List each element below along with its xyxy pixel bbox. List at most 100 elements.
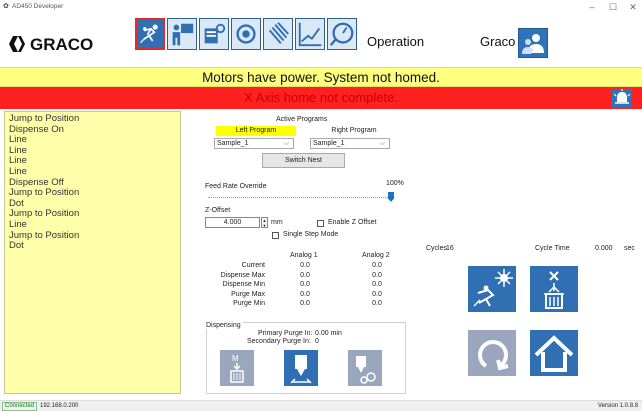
secondary-purge-value: 0 (315, 338, 319, 345)
secondary-purge-label: Secondary Purge In: (247, 338, 311, 345)
left-program-select[interactable]: Sample_1 ⌵ (214, 138, 294, 149)
connection-status-badge: Connected (2, 402, 38, 411)
analog-value: 0.0 (300, 300, 310, 307)
program-step-item[interactable]: Line (9, 156, 180, 167)
maximize-button[interactable]: ☐ (603, 1, 623, 13)
cycle-time-label: Cycle Time (535, 245, 570, 252)
alarm-bell-icon (613, 89, 631, 104)
program-step-item[interactable]: Jump to Position (9, 209, 180, 220)
single-step-checkbox[interactable] (272, 232, 279, 239)
minimize-button[interactable]: – (582, 1, 602, 13)
window-title: AD450 Developer (12, 3, 64, 10)
purge-bin-icon (544, 271, 564, 309)
program-step-item[interactable]: Line (9, 135, 180, 146)
program-step-list[interactable]: Jump to Position Dispense On Line Line Line L… (4, 111, 181, 394)
svg-text:M: M (232, 354, 239, 363)
program-step-item[interactable]: Line (9, 219, 180, 231)
program-step-item[interactable]: Line (9, 145, 180, 157)
settings-panel-button[interactable] (199, 18, 229, 50)
operator-dispense-icon (140, 24, 158, 44)
alarm-banner: X Axis home not complete. (0, 87, 642, 109)
operator-screen-button[interactable] (135, 18, 165, 50)
ip-address: 192.168.0.200 (40, 403, 79, 409)
enable-z-offset-checkbox[interactable] (317, 220, 324, 227)
dispense-valve-button[interactable] (284, 350, 318, 386)
valve-gear-icon (356, 356, 376, 384)
analog-value: 0.0 (372, 290, 382, 298)
analog-row-label: Dispense Max (220, 271, 265, 279)
camera-button[interactable] (231, 18, 261, 50)
feed-rate-value: 100% (386, 180, 404, 187)
dispense-cycle-button[interactable] (468, 266, 516, 312)
chevron-down-icon: ⌵ (283, 140, 289, 147)
program-step-item[interactable]: Jump to Position (9, 113, 180, 125)
settings-panel-icon (204, 23, 226, 44)
chevron-down-icon: ⌵ (379, 140, 385, 147)
setup-button[interactable] (167, 18, 197, 50)
app-icon: ✿ (3, 3, 9, 10)
user-button[interactable] (518, 28, 548, 58)
purge-button[interactable] (530, 266, 578, 312)
dispense-sparkle-icon (473, 269, 513, 307)
right-program-label: Right Program (331, 127, 377, 134)
right-program-select[interactable]: Sample_1 ⌵ (310, 138, 390, 149)
dispense-valve-icon (290, 355, 312, 384)
window-titlebar: ✿ AD450 Developer – ☐ ✕ (0, 0, 642, 15)
cycles-label: Cycles (426, 245, 448, 252)
screen-title: Operation (367, 34, 425, 49)
cycles-value: 16 (446, 245, 454, 252)
left-program-label: Left Program (216, 126, 296, 136)
analog-value: 0.0 (372, 262, 382, 269)
z-offset-unit: mm (271, 219, 283, 226)
z-offset-spinner[interactable]: ▲ ▼ (261, 217, 268, 228)
right-program-value: Sample_1 (313, 140, 345, 147)
enable-z-offset-label: Enable Z Offset (328, 219, 377, 226)
status-bar: Connected 192.168.0.200 Version 1.0.8.8 (0, 400, 642, 411)
alarm-bell-button[interactable] (612, 89, 632, 107)
gauge-button[interactable] (327, 18, 357, 50)
user-name: Graco (480, 34, 516, 49)
users-icon (522, 34, 544, 54)
analog-row-label: Dispense Min (222, 281, 265, 288)
camera-icon (236, 24, 256, 44)
program-step-item[interactable]: Line (9, 166, 180, 178)
version-label: Version 1.0.8.8 (598, 403, 639, 409)
gauge-icon (329, 22, 354, 46)
analog-value: 0.0 (372, 281, 382, 288)
program-step-item[interactable]: Jump to Position (9, 230, 180, 242)
brand-text: GRACO (30, 35, 93, 53)
cycle-reset-button[interactable] (468, 330, 516, 376)
switch-nest-button[interactable]: Switch Nest (262, 153, 345, 168)
feed-rate-slider-track[interactable] (208, 197, 392, 199)
analog-value: 0.0 (300, 271, 310, 279)
feed-rate-slider-thumb[interactable] (388, 192, 394, 202)
primary-purge-label: Primary Purge In: (258, 330, 313, 337)
pattern-button[interactable] (263, 18, 293, 50)
home-button[interactable] (530, 330, 578, 376)
program-step-item[interactable]: Jump to Position (9, 188, 180, 199)
analog-table: Analog 1 Analog 2 Current 0.0 0.0 Dispense … (205, 252, 395, 316)
toolbar: GRACO Operation Graco (0, 15, 642, 67)
manual-purge-icon: M (230, 354, 244, 383)
graco-logo: GRACO (8, 35, 130, 54)
analog-value: 0.0 (300, 281, 310, 288)
program-step-item[interactable]: Dot (9, 241, 180, 252)
analog-header-1: Analog 1 (290, 252, 318, 259)
analog-value: 0.0 (300, 290, 310, 298)
valve-settings-button[interactable] (348, 350, 382, 386)
dispensing-title: Dispensing (206, 322, 243, 329)
home-icon (534, 335, 574, 372)
left-program-value: Sample_1 (217, 140, 249, 147)
feed-rate-label: Feed Rate Override (205, 183, 267, 190)
analog-row-label: Purge Min (233, 300, 265, 307)
manual-purge-button[interactable]: M (220, 350, 254, 386)
chart-button[interactable] (295, 18, 325, 50)
z-offset-input[interactable]: 4.000 (205, 217, 260, 228)
chart-icon (298, 22, 322, 47)
analog-value: 0.0 (300, 262, 310, 269)
primary-purge-value: 0.00 min (315, 330, 342, 337)
program-step-item[interactable]: Dispense On (9, 124, 180, 136)
z-offset-label: Z-Offset (205, 207, 231, 214)
close-button[interactable]: ✕ (623, 1, 642, 13)
analog-row-label: Purge Max (231, 290, 265, 298)
